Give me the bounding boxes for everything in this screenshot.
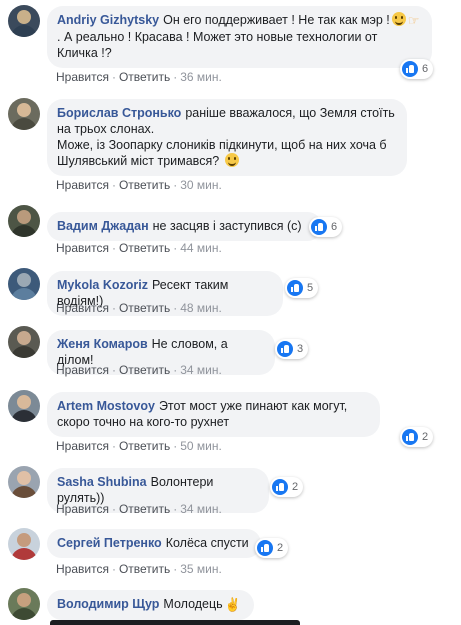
reply-link[interactable]: Ответить xyxy=(119,301,170,315)
reaction-count[interactable]: 6 xyxy=(309,217,343,237)
comment-text: Он его поддерживает ! Не так как мэр ! xyxy=(163,13,390,27)
like-link[interactable]: Нравится xyxy=(56,178,109,192)
reply-link[interactable]: Ответить xyxy=(119,363,170,377)
comment-actions: Нравится · Ответить · 34 мин. xyxy=(56,363,222,377)
comment-bubble: Сергей Петренко Колёса спусти xyxy=(47,529,261,558)
comment-author[interactable]: Женя Комаров xyxy=(57,337,148,351)
avatar-head xyxy=(17,273,31,287)
comment-author[interactable]: Борислав Стронько xyxy=(57,106,181,120)
avatar-body xyxy=(11,608,37,620)
comment-author[interactable]: Вадим Джадан xyxy=(57,219,149,233)
bottom-overlay-bar xyxy=(50,620,300,625)
reaction-count[interactable]: 5 xyxy=(285,278,319,298)
comment-author[interactable]: Mykola Kozoriz xyxy=(57,278,148,292)
comment-author[interactable]: Andriy Gizhytsky xyxy=(57,13,159,27)
avatar-body xyxy=(11,25,37,37)
avatar-head xyxy=(17,103,31,117)
comment-time[interactable]: 34 мин. xyxy=(180,502,222,516)
comment-time[interactable]: 50 мин. xyxy=(180,439,222,453)
avatar-head xyxy=(17,533,31,547)
smiling-emoji-icon xyxy=(224,153,239,167)
avatar[interactable] xyxy=(8,98,40,130)
reaction-count[interactable]: 2 xyxy=(400,427,434,447)
avatar-head xyxy=(17,331,31,345)
reply-link[interactable]: Ответить xyxy=(119,70,170,84)
like-icon xyxy=(272,479,288,495)
comment-bubble: Вадим Джадан не засцяв і заступився (с) xyxy=(47,212,322,241)
comment-time[interactable]: 30 мин. xyxy=(180,178,222,192)
comment-time[interactable]: 34 мин. xyxy=(180,363,222,377)
comment-actions: Нравится · Ответить · 48 мин. xyxy=(56,301,222,315)
comment-actions: Нравится · Ответить · 50 мин. xyxy=(56,439,222,453)
avatar-body xyxy=(11,410,37,422)
comment-time[interactable]: 35 мин. xyxy=(180,562,222,576)
avatar[interactable] xyxy=(8,588,40,620)
reaction-count[interactable]: 6 xyxy=(400,59,434,79)
reply-link[interactable]: Ответить xyxy=(119,241,170,255)
avatar-head xyxy=(17,593,31,607)
reply-link[interactable]: Ответить xyxy=(119,439,170,453)
like-link[interactable]: Нравится xyxy=(56,301,109,315)
like-icon xyxy=(311,219,327,235)
grinning-emoji-icon xyxy=(391,12,406,26)
like-icon xyxy=(277,341,293,357)
like-link[interactable]: Нравится xyxy=(56,363,109,377)
avatar-head xyxy=(17,471,31,485)
comment-time[interactable]: 36 мин. xyxy=(180,70,222,84)
avatar[interactable] xyxy=(8,5,40,37)
avatar[interactable] xyxy=(8,326,40,358)
like-icon xyxy=(402,61,418,77)
comment-actions: Нравится · Ответить · 35 мин. xyxy=(56,562,222,576)
avatar[interactable] xyxy=(8,390,40,422)
avatar-head xyxy=(17,210,31,224)
comment-bubble: Andriy Gizhytsky Он его поддерживает ! Не… xyxy=(47,6,432,68)
like-icon xyxy=(402,429,418,445)
avatar-body xyxy=(11,225,37,237)
comment-text: Колёса спусти xyxy=(165,536,249,550)
avatar-body xyxy=(11,118,37,130)
comment-bubble: Artem Mostovoy Этот мост уже пинают как м… xyxy=(47,392,380,437)
comment-text: не засцяв і заступився (с) xyxy=(152,219,302,233)
reaction-count[interactable]: 3 xyxy=(275,339,309,359)
comment-author[interactable]: Sasha Shubina xyxy=(57,475,147,489)
avatar-body xyxy=(11,346,37,358)
reply-link[interactable]: Ответить xyxy=(119,178,170,192)
comment-author[interactable]: Володимир Щур xyxy=(57,597,159,611)
like-icon xyxy=(257,540,273,556)
like-icon xyxy=(287,280,303,296)
comment-actions: Нравится · Ответить · 34 мин. xyxy=(56,502,222,516)
reply-link[interactable]: Ответить xyxy=(119,502,170,516)
comment-time[interactable]: 44 мин. xyxy=(180,241,222,255)
comment-actions: Нравится · Ответить · 44 мин. xyxy=(56,241,222,255)
like-link[interactable]: Нравится xyxy=(56,241,109,255)
reply-link[interactable]: Ответить xyxy=(119,562,170,576)
like-link[interactable]: Нравится xyxy=(56,502,109,516)
reaction-count[interactable]: 2 xyxy=(255,538,289,558)
like-link[interactable]: Нравится xyxy=(56,562,109,576)
comment-bubble: Володимир Щур Молодець ✌ xyxy=(47,590,254,620)
avatar-body xyxy=(11,486,37,498)
ok-hand-emoji-icon: ✌ xyxy=(224,597,241,612)
like-link[interactable]: Нравится xyxy=(56,439,109,453)
comment-author[interactable]: Сергей Петренко xyxy=(57,536,162,550)
avatar-body xyxy=(11,548,37,560)
comment-author[interactable]: Artem Mostovoy xyxy=(57,399,155,413)
like-link[interactable]: Нравится xyxy=(56,70,109,84)
comment-text: Молодець xyxy=(163,597,223,611)
comment-bubble: Борислав Стронько раніше вважалося, що Зе… xyxy=(47,99,407,176)
comment-actions: Нравится · Ответить · 30 мин. xyxy=(56,178,222,192)
comment-time[interactable]: 48 мин. xyxy=(180,301,222,315)
avatar[interactable] xyxy=(8,466,40,498)
avatar-body xyxy=(11,288,37,300)
avatar-head xyxy=(17,395,31,409)
pointing-hand-emoji-icon: ☞ xyxy=(407,13,420,28)
reaction-count[interactable]: 2 xyxy=(270,477,304,497)
avatar[interactable] xyxy=(8,268,40,300)
avatar[interactable] xyxy=(8,205,40,237)
avatar[interactable] xyxy=(8,528,40,560)
comment-actions: Нравится · Ответить · 36 мин. xyxy=(56,70,222,84)
avatar-head xyxy=(17,10,31,24)
